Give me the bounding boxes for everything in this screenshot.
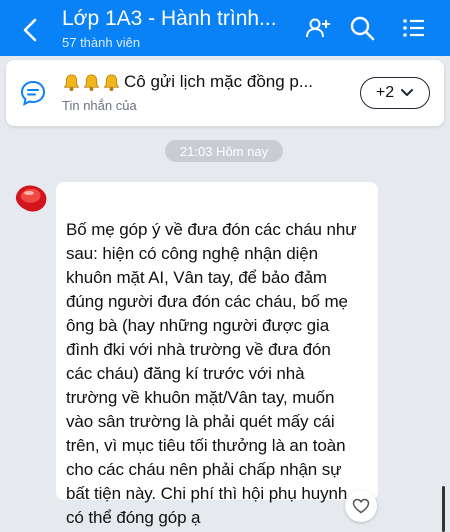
search-icon — [350, 16, 375, 41]
bell-icon — [63, 74, 80, 91]
menu-list-icon — [403, 19, 424, 37]
group-title: Lớp 1A3 - Hành trình... — [62, 7, 277, 30]
add-member-icon — [306, 18, 330, 38]
message-line: bất tiện này. Chi phí thì hội phụ huynh — [66, 484, 348, 503]
more-pinned-count: +2 — [375, 84, 395, 101]
message-line: Bố mẹ góp ý về đưa đón các cháu như — [66, 220, 357, 239]
message-line: đình đki với nhà trường về đưa đón — [66, 340, 331, 359]
more-pinned-button[interactable]: +2 — [360, 77, 430, 109]
member-count: 57 thành viên — [62, 35, 141, 50]
message-line: vào sân trường là phải quét mấy cái — [66, 412, 335, 431]
add-member-button[interactable] — [302, 12, 334, 44]
message-bubble[interactable]: Bố mẹ góp ý về đưa đón các cháu như sau:… — [56, 182, 378, 527]
pinned-title: Cô gửi lịch mặc đồng p... — [124, 72, 314, 91]
scrollbar[interactable] — [442, 486, 445, 532]
back-arrow-icon — [23, 18, 37, 42]
react-button[interactable] — [345, 490, 377, 522]
search-button[interactable] — [346, 12, 378, 44]
message-line: ông bà (hay những người được gia — [66, 316, 330, 335]
bell-icons — [62, 73, 122, 92]
message-line: có thể đóng góp ạ — [66, 508, 201, 527]
message-line: các cháu) đăng kí trước với nhà — [66, 364, 305, 383]
message-line: sau: hiện có công nghệ nhận diện — [66, 244, 319, 263]
message-line: đúng người đưa đón các cháu, bố mẹ — [66, 292, 348, 311]
chat-header: Lớp 1A3 - Hành trình... 57 thành viên — [0, 0, 450, 56]
pinned-text: Cô gửi lịch mặc đồng p... Tin nhắn của — [62, 70, 352, 113]
menu-button[interactable] — [398, 12, 430, 44]
back-button[interactable] — [14, 12, 46, 48]
message-line: trên, vì mục tiêu tối thưởng là an toàn — [66, 436, 346, 455]
heart-icon — [352, 498, 370, 514]
chat-bubble-icon — [20, 80, 46, 106]
pinned-message[interactable]: Cô gửi lịch mặc đồng p... Tin nhắn của +… — [6, 60, 444, 126]
bell-icon — [103, 74, 120, 91]
message-line: cho các cháu nên phải chấp nhận sự — [66, 460, 342, 479]
timestamp-chip: 21:03 Hôm nay — [165, 140, 283, 162]
pinned-title-row: Cô gửi lịch mặc đồng p... — [62, 70, 352, 94]
message-line: khuôn mặt AI, Vân tay, để bảo đảm — [66, 268, 327, 287]
chevron-down-icon — [401, 89, 414, 96]
bell-icon — [83, 74, 100, 91]
pinned-subtitle: Tin nhắn của — [62, 98, 137, 113]
message-text: Bố mẹ góp ý về đưa đón các cháu như sau:… — [66, 218, 370, 530]
sender-avatar[interactable] — [12, 178, 52, 218]
group-info[interactable]: Lớp 1A3 - Hành trình... 57 thành viên — [62, 6, 302, 52]
message-line: trường về khuôn mặt/Vân tay, muốn — [66, 388, 335, 407]
